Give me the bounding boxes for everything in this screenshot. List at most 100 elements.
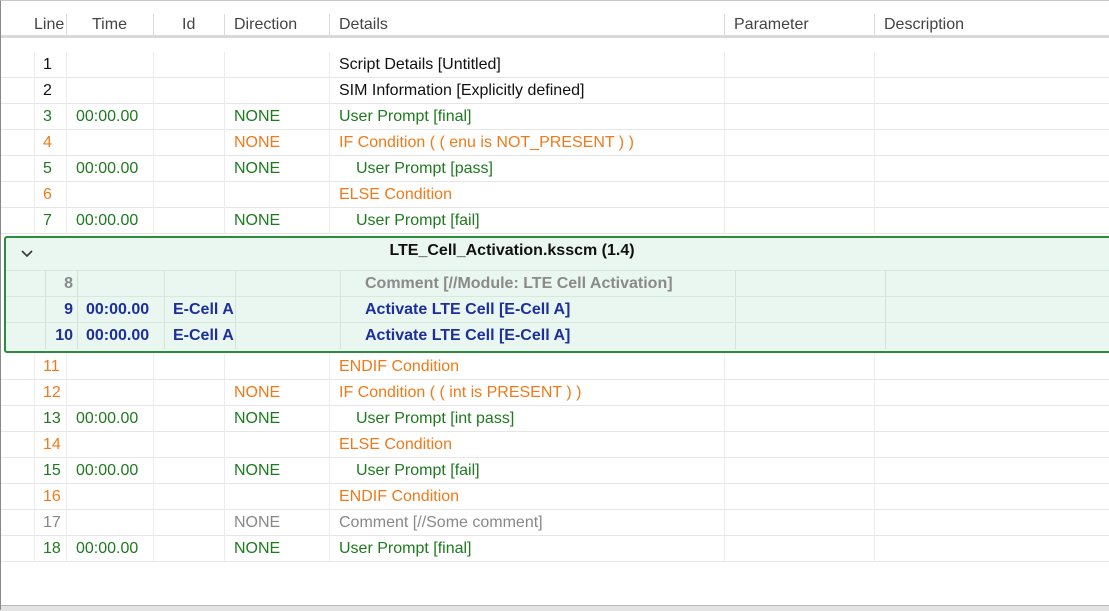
column-gridline xyxy=(735,271,736,297)
column-header-parameter[interactable]: Parameter xyxy=(734,1,809,38)
column-gridline xyxy=(724,484,725,510)
column-gridline xyxy=(153,208,154,234)
column-gridline xyxy=(66,156,67,182)
time-cell: 00:00.00 xyxy=(76,212,139,229)
table-row[interactable]: 15 00:00.00 NONE User Prompt [fail] xyxy=(1,458,1109,484)
line-number-cell: 6 xyxy=(43,186,52,203)
line-number-cell: 13 xyxy=(43,410,61,427)
horizontal-scrollbar[interactable] xyxy=(1,605,1109,611)
column-gridline xyxy=(153,536,154,562)
line-number-cell: 18 xyxy=(43,540,61,557)
table-row[interactable]: 5 00:00.00 NONE User Prompt [pass] xyxy=(1,156,1109,182)
table-row[interactable]: 8 Comment [//Module: LTE Cell Activation] xyxy=(6,270,1109,297)
table-row[interactable]: 12 NONE IF Condition ( ( int is PRESENT ) … xyxy=(1,380,1109,406)
column-gridline xyxy=(724,406,725,432)
column-gridline xyxy=(329,130,330,156)
column-gridline xyxy=(329,406,330,432)
line-number-cell: 16 xyxy=(43,488,61,505)
column-gridline xyxy=(874,406,875,432)
column-header-line[interactable]: Line xyxy=(34,1,64,38)
table-row[interactable]: 11 ENDIF Condition xyxy=(1,354,1109,380)
column-gridline xyxy=(874,458,875,484)
direction-cell: NONE xyxy=(234,410,281,427)
column-gridline xyxy=(874,380,875,406)
column-gridline xyxy=(153,156,154,182)
column-gridline xyxy=(153,432,154,458)
column-gridline xyxy=(45,297,46,323)
table-row[interactable]: 13 00:00.00 NONE User Prompt [int pass] xyxy=(1,406,1109,432)
table-row[interactable]: 14 ELSE Condition xyxy=(1,432,1109,458)
line-number-cell: 12 xyxy=(43,384,61,401)
column-gridline xyxy=(340,297,341,323)
column-gridline xyxy=(224,406,225,432)
table-row[interactable]: 16 ENDIF Condition xyxy=(1,484,1109,510)
column-gridline xyxy=(153,130,154,156)
column-gridline xyxy=(329,510,330,536)
column-gridline xyxy=(66,510,67,536)
column-gridline xyxy=(224,156,225,182)
column-gridline xyxy=(66,130,67,156)
line-number-cell: 15 xyxy=(43,462,61,479)
time-cell: 00:00.00 xyxy=(76,540,139,557)
table-row[interactable]: 1 Script Details [Untitled] xyxy=(1,52,1109,78)
module-group-header[interactable]: LTE_Cell_Activation.ksscm (1.4) xyxy=(6,238,1109,270)
column-divider[interactable] xyxy=(224,14,225,36)
column-gridline xyxy=(153,182,154,208)
column-gridline xyxy=(153,78,154,104)
time-cell: 00:00.00 xyxy=(86,327,150,344)
details-cell: IF Condition ( ( int is PRESENT ) ) xyxy=(339,384,582,401)
direction-cell: NONE xyxy=(234,212,281,229)
details-cell: User Prompt [fail] xyxy=(356,462,480,479)
table-row[interactable]: 7 00:00.00 NONE User Prompt [fail] xyxy=(1,208,1109,234)
column-gridline xyxy=(329,182,330,208)
column-gridline xyxy=(329,52,330,78)
direction-cell: NONE xyxy=(234,540,281,557)
column-gridline xyxy=(224,182,225,208)
details-cell: SIM Information [Explicitly defined] xyxy=(339,82,585,99)
column-gridline xyxy=(329,536,330,562)
column-gridline xyxy=(224,78,225,104)
line-number-cell: 14 xyxy=(43,436,61,453)
direction-cell: NONE xyxy=(234,108,281,125)
column-gridline xyxy=(735,323,736,349)
column-divider[interactable] xyxy=(329,14,330,36)
column-gridline xyxy=(724,78,725,104)
column-gridline xyxy=(66,406,67,432)
table-row[interactable]: 9 00:00.00 E-Cell A Activate LTE Cell [E-Ce… xyxy=(6,296,1109,323)
details-cell: ELSE Condition xyxy=(339,186,452,203)
column-header-id[interactable]: Id xyxy=(182,1,195,38)
table-row[interactable]: 3 00:00.00 NONE User Prompt [final] xyxy=(1,104,1109,130)
column-header-details[interactable]: Details xyxy=(339,1,388,38)
table-row[interactable]: 2 SIM Information [Explicitly defined] xyxy=(1,78,1109,104)
line-number-cell: 9 xyxy=(64,301,73,318)
column-gridline xyxy=(45,323,46,349)
table-row[interactable]: 18 00:00.00 NONE User Prompt [final] xyxy=(1,536,1109,562)
table-row[interactable]: 4 NONE IF Condition ( ( enu is NOT_PRESENT… xyxy=(1,130,1109,156)
table-row[interactable]: 10 00:00.00 E-Cell A Activate LTE Cell [E-C… xyxy=(6,322,1109,349)
column-gridline xyxy=(874,536,875,562)
column-divider[interactable] xyxy=(874,14,875,36)
details-cell: Comment [//Some comment] xyxy=(339,514,543,531)
column-gridline xyxy=(329,380,330,406)
details-cell: ENDIF Condition xyxy=(339,488,460,505)
column-divider[interactable] xyxy=(66,14,67,36)
table-row[interactable]: 6 ELSE Condition xyxy=(1,182,1109,208)
time-cell: 00:00.00 xyxy=(76,462,139,479)
column-gridline xyxy=(66,52,67,78)
grid-header: Line Time Id Direction Details Parameter… xyxy=(1,1,1109,38)
column-header-description[interactable]: Description xyxy=(884,1,964,38)
column-gridline xyxy=(724,104,725,130)
column-gridline xyxy=(724,536,725,562)
column-gridline xyxy=(329,104,330,130)
column-gridline xyxy=(724,52,725,78)
line-number-cell: 3 xyxy=(43,108,52,125)
column-divider[interactable] xyxy=(153,14,154,36)
column-gridline xyxy=(66,432,67,458)
column-header-time[interactable]: Time xyxy=(92,1,127,38)
column-gridline xyxy=(724,458,725,484)
table-row[interactable]: 17 NONE Comment [//Some comment] xyxy=(1,510,1109,536)
column-gridline xyxy=(874,156,875,182)
column-divider[interactable] xyxy=(724,14,725,36)
column-gridline xyxy=(66,182,67,208)
column-header-direction[interactable]: Direction xyxy=(234,1,297,38)
